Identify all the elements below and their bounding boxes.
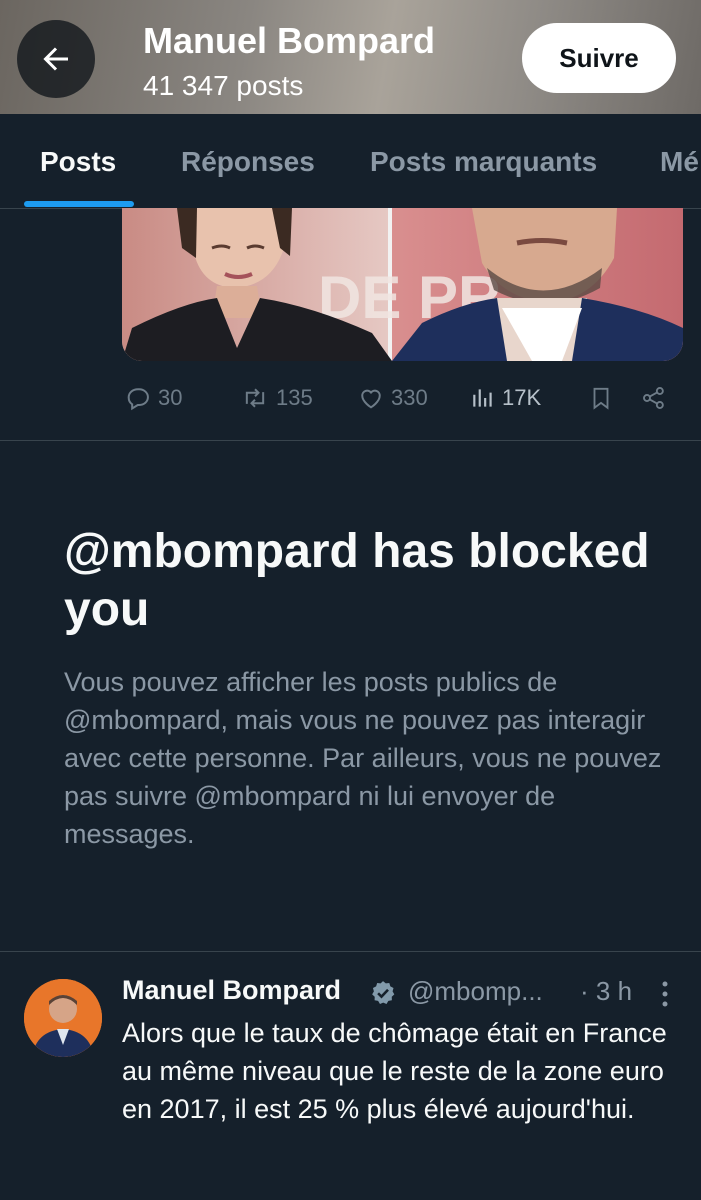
repost-count: 135 [276,385,313,410]
views-icon [473,389,492,407]
tab-posts[interactable]: Posts [40,146,116,178]
reply-count: 30 [158,385,183,410]
share-icon [643,387,664,409]
tab-replies[interactable]: Réponses [181,146,315,178]
blocked-title: @mbompard has blocked you [64,525,650,636]
like-button[interactable]: 330 [357,383,428,413]
repost-icon [245,388,265,408]
divider [0,951,701,952]
tab-media[interactable]: Mé [660,146,699,178]
tweet-text: Alors que le taux de chômage était en Fr… [122,1018,667,1124]
profile-name: Manuel Bompard [143,20,436,61]
bookmark-button[interactable] [588,383,614,413]
profile-header: Manuel Bompard 41 347 posts Suivre [0,0,701,114]
verified-badge-icon [372,981,395,1004]
post-count: 41 347 posts [143,70,304,101]
like-icon [361,389,381,409]
blocked-description: Vous pouvez afficher les posts publics d… [64,667,662,849]
follow-button[interactable]: Suivre [522,23,676,93]
tweet-timestamp[interactable]: · 3 h [580,976,632,1007]
post-image[interactable]: DE PR [122,208,683,361]
reply-icon [127,388,149,411]
profile-tabs: Posts Réponses Posts marquants Mé [0,114,701,209]
tweet-author-name[interactable]: Manuel Bompard [122,975,341,1006]
views-button[interactable]: 17K [470,383,541,413]
more-options-icon[interactable] [658,979,672,1009]
bookmark-icon [593,387,609,410]
avatar[interactable] [24,979,102,1057]
tweet-author-handle[interactable]: @mbomp... [408,976,543,1007]
share-button[interactable] [640,383,668,413]
divider [0,440,701,441]
arrow-left-icon [43,47,68,71]
active-tab-indicator [24,201,134,207]
reply-button[interactable]: 30 [124,383,182,413]
views-count: 17K [502,385,542,410]
tab-highlights[interactable]: Posts marquants [370,146,597,178]
tweet-header: Manuel Bompard @mbomp... · 3 h [122,975,682,1011]
repost-button[interactable]: 135 [240,383,313,413]
back-button[interactable] [17,20,95,98]
like-count: 330 [391,385,428,410]
